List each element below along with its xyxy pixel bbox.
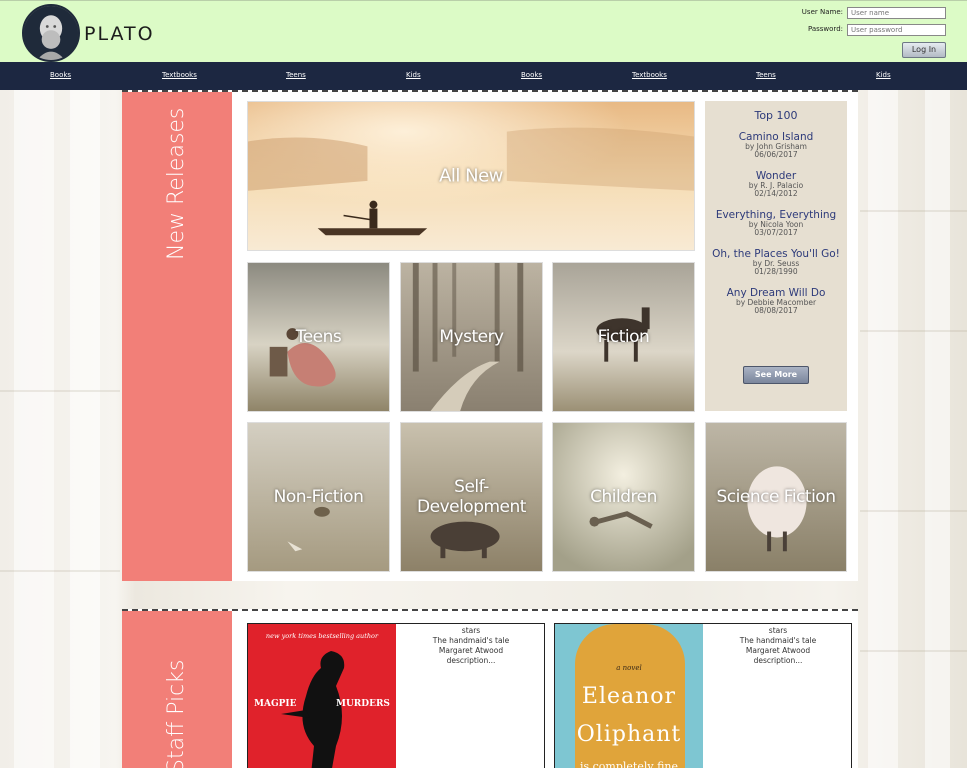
staff-pick-info: stars The handmaid's tale Margaret Atwoo… — [705, 626, 851, 666]
tile-children[interactable]: Children — [552, 422, 695, 572]
tile-all-new-label: All New — [439, 165, 503, 187]
staff-pick-title[interactable]: The handmaid's tale — [398, 636, 544, 646]
nav-item-kids[interactable]: Kids — [406, 71, 421, 79]
plato-bust-logo[interactable] — [22, 4, 80, 62]
nav-item-books-2[interactable]: Books — [521, 71, 542, 79]
staff-pick-info: stars The handmaid's tale Margaret Atwoo… — [398, 626, 544, 666]
top100-book-date: 08/08/2017 — [754, 306, 798, 315]
tile-teens-label: Teens — [295, 327, 342, 347]
magpie-murders-cover[interactable]: new york times bestselling author MAGPIE… — [248, 624, 396, 768]
nav-item-textbooks-2[interactable]: Textbooks — [632, 71, 667, 79]
rating-stars: stars — [461, 626, 481, 635]
tile-all-new[interactable]: All New — [247, 101, 695, 251]
nav-item-teens-2[interactable]: Teens — [756, 71, 776, 79]
staff-pick-card[interactable]: a novel Eleanor Oliphant is completely f… — [554, 623, 852, 768]
top100-item[interactable]: Everything, Everything by Nicola Yoon 03… — [705, 210, 847, 237]
tile-fiction-label: Fiction — [597, 327, 650, 347]
tile-mystery[interactable]: Mystery — [400, 262, 543, 412]
staff-pick-description: description... — [753, 656, 803, 665]
top100-panel: Top 100 Camino Island by John Grisham 06… — [705, 101, 847, 411]
username-input[interactable] — [847, 7, 946, 19]
staff-picks-sidebar: Staff Picks — [122, 611, 232, 768]
top100-item[interactable]: Any Dream Will Do by Debbie Macomber 08/… — [705, 288, 847, 315]
new-releases-sidebar: New Releases — [122, 92, 232, 581]
tile-children-label: Children — [590, 487, 657, 507]
tile-non-fiction[interactable]: Non-Fiction — [247, 422, 390, 572]
nav-item-books[interactable]: Books — [50, 71, 71, 79]
tile-teens[interactable]: Teens — [247, 262, 390, 412]
staff-pick-card[interactable]: new york times bestselling author MAGPIE… — [247, 623, 545, 768]
password-label: Password: — [807, 25, 843, 33]
staff-pick-title[interactable]: The handmaid's tale — [705, 636, 851, 646]
cover-tagline: a novel — [616, 664, 642, 672]
staff-pick-author: Margaret Atwood — [745, 646, 811, 655]
tile-fiction[interactable]: Fiction — [552, 262, 695, 412]
top100-book-date: 01/28/1990 — [754, 267, 798, 276]
tile-science-fiction-label: Science Fiction — [716, 487, 836, 507]
top100-book-date: 06/06/2017 — [754, 150, 798, 159]
top100-book-date: 03/07/2017 — [754, 228, 798, 237]
tile-non-fiction-label: Non-Fiction — [273, 487, 364, 507]
top100-book-date: 02/14/2012 — [754, 189, 798, 198]
tile-self-development-label: Self-Development — [417, 477, 526, 517]
tile-science-fiction[interactable]: Science Fiction — [705, 422, 847, 572]
top100-item[interactable]: Camino Island by John Grisham 06/06/2017 — [705, 132, 847, 159]
staff-pick-author: Margaret Atwood — [438, 646, 504, 655]
top100-title[interactable]: Top 100 — [705, 109, 847, 122]
password-input[interactable] — [847, 24, 946, 36]
login-button[interactable]: Log In — [902, 42, 946, 58]
cover-title-line3: is completely fine — [579, 760, 679, 768]
new-releases-section: New Releases All New Top 100 Camino Isla… — [122, 90, 858, 581]
nav-item-teens[interactable]: Teens — [286, 71, 306, 79]
site-header: PLATO User Name: Password: Log In — [0, 0, 967, 62]
see-more-button[interactable]: See More — [743, 366, 809, 384]
top100-item[interactable]: Wonder by R. J. Palacio 02/14/2012 — [705, 171, 847, 198]
new-releases-title: New Releases — [164, 107, 189, 260]
cover-tagline: new york times bestselling author — [265, 632, 379, 640]
tile-self-development[interactable]: Self-Development — [400, 422, 543, 572]
cover-title-right: MURDERS — [336, 699, 390, 709]
brand-name[interactable]: PLATO — [84, 23, 155, 45]
username-label: User Name: — [801, 8, 843, 16]
eleanor-oliphant-cover[interactable]: a novel Eleanor Oliphant is completely f… — [555, 624, 703, 768]
cover-title-line1: Eleanor — [581, 684, 677, 709]
cover-title-line2: Oliphant — [576, 722, 682, 747]
tile-mystery-label: Mystery — [439, 327, 504, 347]
main-nav: Books Textbooks Teens Kids Books Textboo… — [0, 62, 967, 90]
nav-item-textbooks[interactable]: Textbooks — [162, 71, 197, 79]
rating-stars: stars — [768, 626, 788, 635]
cover-title-left: MAGPIE — [254, 699, 297, 709]
staff-pick-description: description... — [446, 656, 496, 665]
top100-item[interactable]: Oh, the Places You'll Go! by Dr. Seuss 0… — [705, 249, 847, 276]
staff-picks-title: Staff Picks — [164, 659, 189, 768]
staff-picks-section: Staff Picks new york times bestselling a… — [122, 609, 858, 768]
nav-item-kids-2[interactable]: Kids — [876, 71, 891, 79]
